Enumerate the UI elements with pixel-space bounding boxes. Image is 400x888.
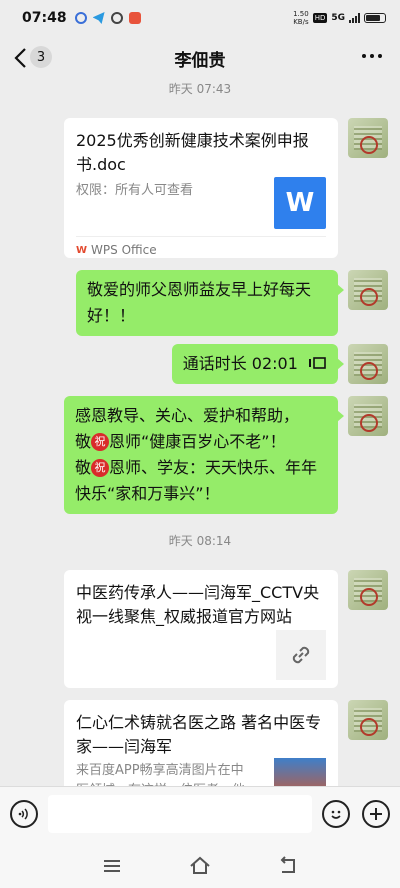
- telegram-icon: [92, 12, 105, 24]
- my-avatar[interactable]: [348, 700, 388, 740]
- menu-icon[interactable]: [100, 854, 124, 878]
- voice-call-icon: [309, 357, 326, 369]
- emoji-icon[interactable]: [322, 800, 350, 828]
- sync-icon: [110, 12, 123, 24]
- signal-icon: [349, 13, 360, 23]
- voice-input-icon[interactable]: [10, 800, 38, 828]
- link-message-card[interactable]: 仁心仁术铸就名医之路 著名中医专家——闫海军 来百度APP畅享高清图片在中医领域…: [64, 700, 338, 800]
- network-type: 5G: [331, 13, 345, 23]
- my-avatar[interactable]: [348, 270, 388, 310]
- chat-header: 3 李佃贵: [0, 36, 400, 80]
- link-title: 仁心仁术铸就名医之路 著名中医专家——闫海军: [76, 713, 322, 756]
- call-duration-text: 通话时长 02:01: [182, 354, 298, 373]
- app-notification-icon: [74, 12, 87, 24]
- text-message[interactable]: 敬爱的师父恩师益友早上好每天好！！: [76, 270, 344, 336]
- input-bar: [0, 786, 400, 844]
- add-more-icon[interactable]: [362, 800, 390, 828]
- unread-count-badge[interactable]: 3: [30, 46, 52, 68]
- zhu-emoji-icon: 祝: [91, 433, 110, 451]
- link-message-card[interactable]: 中医药传承人——闫海军_CCTV央视一线聚焦_权威报道官方网站: [64, 570, 338, 688]
- link-icon: [276, 630, 326, 680]
- my-avatar[interactable]: [348, 396, 388, 436]
- status-bar: 07:48 1.50 KB/s HD 5G: [0, 0, 400, 36]
- file-source: W WPS Office: [76, 236, 326, 257]
- back-arrow-icon[interactable]: [12, 46, 32, 70]
- text-message[interactable]: 感恩教导、关心、爱护和帮助， 敬祝恩师“健康百岁心不老”！ 敬祝恩师、学友：天天…: [64, 396, 344, 514]
- battery-icon: [364, 13, 386, 23]
- chat-title: 李佃贵: [174, 50, 226, 71]
- back-icon[interactable]: [276, 854, 300, 878]
- timestamp: 昨天 07:43: [168, 82, 232, 96]
- hd-voice-badge: HD: [312, 13, 328, 23]
- status-time: 07:48: [22, 10, 67, 26]
- notification-icons: [74, 12, 141, 24]
- wps-logo-icon: W: [76, 244, 88, 256]
- my-avatar[interactable]: [348, 344, 388, 384]
- link-title: 中医药传承人——闫海军_CCTV央视一线聚焦_权威报道官方网站: [76, 583, 320, 626]
- file-title: 2025优秀创新健康技术案例申报书.doc: [76, 131, 309, 174]
- shopping-icon: [128, 12, 141, 24]
- wps-document-icon: W: [274, 177, 326, 229]
- timestamp: 昨天 08:14: [168, 534, 232, 548]
- my-avatar[interactable]: [348, 118, 388, 158]
- home-icon[interactable]: [188, 854, 212, 878]
- more-options-icon[interactable]: [362, 54, 382, 58]
- call-record-message[interactable]: 通话时长 02:01: [171, 344, 345, 384]
- zhu-emoji-icon: 祝: [91, 459, 110, 477]
- file-message-card[interactable]: 2025优秀创新健康技术案例申报书.doc 权限：所有人可查看 W W WPS …: [64, 118, 338, 258]
- network-speed: 1.50 KB/s: [293, 10, 309, 26]
- my-avatar[interactable]: [348, 570, 388, 610]
- message-input[interactable]: [48, 795, 312, 833]
- system-navigation-bar: [0, 844, 400, 888]
